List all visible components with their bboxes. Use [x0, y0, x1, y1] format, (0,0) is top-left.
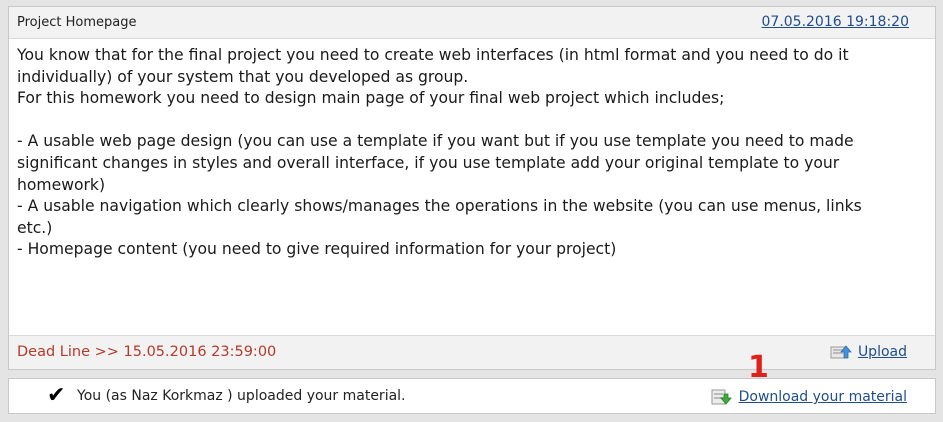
card-header: Project Homepage 07.05.2016 19:18:20 — [9, 7, 935, 39]
description-line: etc.) — [17, 218, 53, 237]
description-line: significant changes in styles and overal… — [17, 153, 840, 172]
timestamp-link[interactable]: 07.05.2016 19:18:20 — [762, 14, 910, 30]
description-line: You know that for the final project you … — [17, 46, 849, 64]
checkmark-icon: ✔ — [47, 383, 66, 408]
description-line: - A usable web page design (you can use … — [17, 132, 854, 151]
page-frame: Project Homepage 07.05.2016 19:18:20 You… — [0, 0, 943, 422]
annotation-marker: 1 — [748, 350, 769, 385]
description-line: For this homework you need to design mai… — [17, 89, 725, 108]
upload-icon — [830, 344, 852, 360]
description-line: individually) of your system that you de… — [17, 67, 469, 86]
assignment-title: Project Homepage — [17, 15, 137, 30]
description-line: - A usable navigation which clearly show… — [17, 197, 862, 216]
upload-status-message: You (as Naz Korkmaz ) uploaded your mate… — [77, 388, 406, 404]
assignment-description: You know that for the final project you … — [17, 45, 927, 261]
description-line — [17, 110, 927, 132]
upload-label[interactable]: Upload — [858, 344, 907, 360]
download-label[interactable]: Download your material — [739, 389, 907, 405]
download-icon — [711, 388, 733, 406]
deadline-text: Dead Line >> 15.05.2016 23:59:00 — [17, 344, 277, 360]
assignment-card: Project Homepage 07.05.2016 19:18:20 You… — [8, 6, 936, 370]
card-footer: Dead Line >> 15.05.2016 23:59:00 Upload — [9, 335, 935, 369]
upload-link[interactable]: Upload — [830, 344, 907, 360]
upload-status-bar: ✔ You (as Naz Korkmaz ) uploaded your ma… — [8, 378, 936, 414]
description-line: homework) — [17, 175, 106, 194]
description-line: - Homepage content (you need to give req… — [17, 240, 617, 259]
download-link[interactable]: Download your material — [711, 388, 907, 406]
